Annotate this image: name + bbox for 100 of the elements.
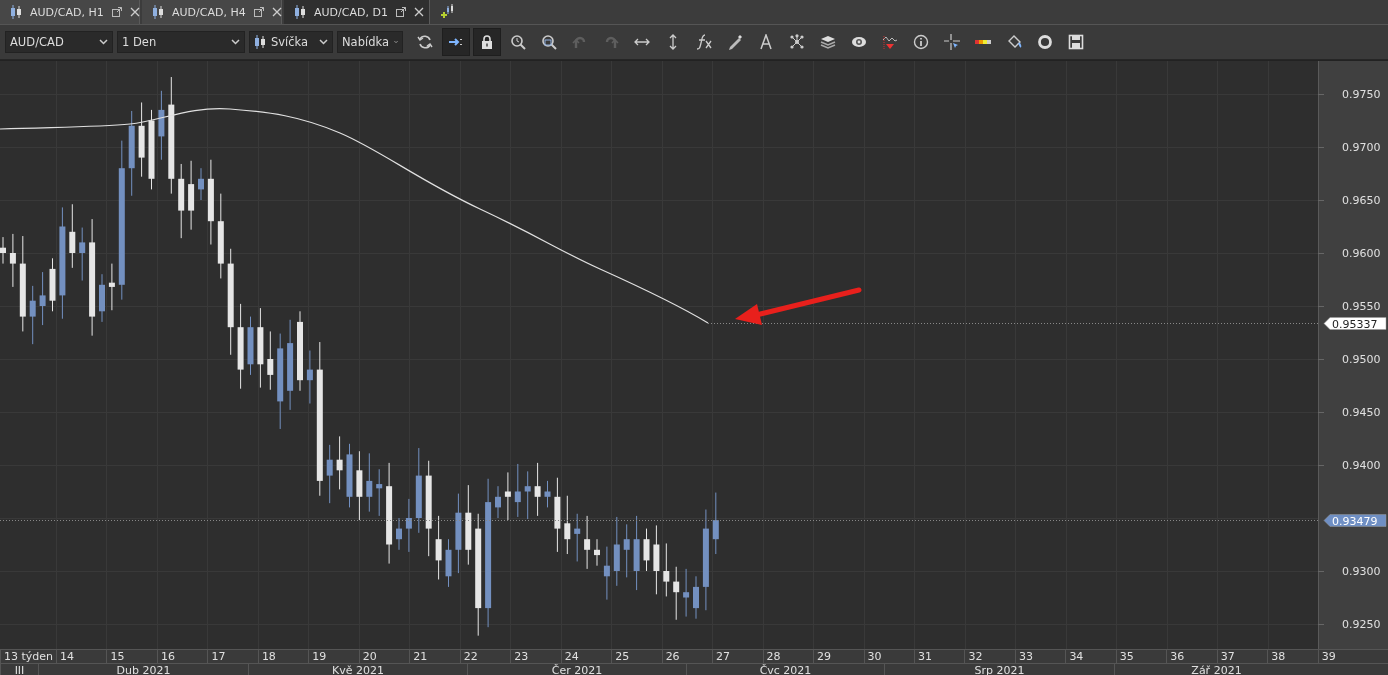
price-tick-label: 0.9750 [1342,88,1381,101]
crosshair-icon [944,34,960,50]
week-label: 35 [1115,650,1167,663]
candlestick [326,444,333,504]
candlestick [623,523,630,578]
candlestick [346,443,353,508]
layers-icon [820,34,836,50]
eye-icon [851,34,867,50]
chevron-down-icon [319,39,328,45]
toolbar-button[interactable] [442,28,470,56]
candlestick [514,463,521,518]
price-tick-label: 0.9400 [1342,459,1381,472]
week-label: 30 [863,650,914,663]
week-label: 29 [813,650,864,663]
week-label: 16 [156,650,208,663]
week-label: 17 [207,650,258,663]
undock-icon[interactable] [395,7,406,17]
month-label: Kvě 2021 [248,664,467,675]
chart-tab[interactable]: AUD/CAD, H1 [0,0,140,24]
candlestick [663,542,670,597]
candlestick [613,516,620,587]
candlestick [356,450,363,521]
week-label: 26 [661,650,713,663]
week-label: 32 [964,650,1015,663]
candlestick [544,480,551,508]
refresh-icon [417,34,433,50]
asterisk-icon [789,34,805,50]
chevron-down-icon [393,39,398,45]
week-label: 14 [56,650,107,663]
week-label: 33 [1014,650,1066,663]
price-tick-label: 0.9700 [1342,141,1381,154]
week-label: 20 [358,650,410,663]
candlestick [376,468,383,517]
save-icon [1068,34,1084,50]
candlestick [524,470,531,520]
candlestick-icon [254,35,266,49]
chart-tab[interactable]: AUD/CAD, H4 [142,0,282,24]
week-label: 13 týden [0,650,56,663]
undock-icon[interactable] [253,7,264,17]
price-tick-label: 0.9600 [1342,247,1381,260]
candlestick [693,575,699,620]
close-icon[interactable] [413,7,424,17]
chart-tab[interactable]: AUD/CAD, D1 [284,0,430,24]
candlestick-icon [10,5,22,19]
candlestick [39,271,46,326]
candlestick [69,203,76,269]
dropdown[interactable]: Svíčka [249,31,333,53]
week-label: 28 [762,650,814,663]
lock-icon [479,34,495,50]
candlestick [574,513,581,562]
week-label: 22 [459,650,511,663]
new-chart-icon[interactable] [440,4,456,20]
toolbar-button[interactable] [473,28,501,56]
undo-icon [572,34,588,50]
candlestick [29,285,36,345]
candlestick [683,568,690,618]
price-tick-label: 0.9250 [1342,618,1381,631]
candlestick [49,257,56,312]
week-label: 39 [1317,650,1388,663]
candlestick [653,524,660,595]
candlestick [564,495,571,555]
candlestick [188,160,195,231]
month-label: III [0,664,38,675]
paint-bucket-icon [1006,34,1022,50]
chevron-down-icon [231,39,240,45]
month-label: Čer 2021 [467,664,686,675]
dropdown[interactable]: Nabídka [337,31,403,53]
candlestick [247,316,254,376]
candlestick [306,350,313,404]
ring-icon [1037,34,1053,50]
candlestick [336,435,343,490]
week-label: 34 [1065,650,1116,663]
week-label: 36 [1166,650,1217,663]
candlestick [445,538,452,588]
candlestick [495,485,501,519]
week-label: 31 [913,650,965,663]
indicator-icon [882,34,898,50]
pencil-icon [727,34,743,50]
week-label: 24 [560,650,612,663]
close-icon[interactable] [271,7,282,17]
candlestick [435,515,442,580]
week-label: 38 [1267,650,1318,663]
close-icon[interactable] [129,7,140,17]
candlestick [504,471,511,521]
week-label: 37 [1216,650,1268,663]
price-tick-label: 0.9500 [1342,353,1381,366]
dropdown[interactable]: 1 Den [117,31,245,53]
week-label: 25 [611,650,662,663]
candlestick [79,227,86,282]
price-tick-label: 0.9450 [1342,406,1381,419]
candlestick-icon [294,5,306,19]
dropdown[interactable]: AUD/CAD [5,31,113,53]
week-label: 18 [257,650,309,663]
undock-icon[interactable] [111,7,122,17]
candlestick [603,546,610,601]
week-label: 15 [106,650,157,663]
price-tick-label: 0.9300 [1342,565,1381,578]
candlestick [158,90,165,161]
candlestick [396,517,402,551]
candlestick [584,515,591,570]
